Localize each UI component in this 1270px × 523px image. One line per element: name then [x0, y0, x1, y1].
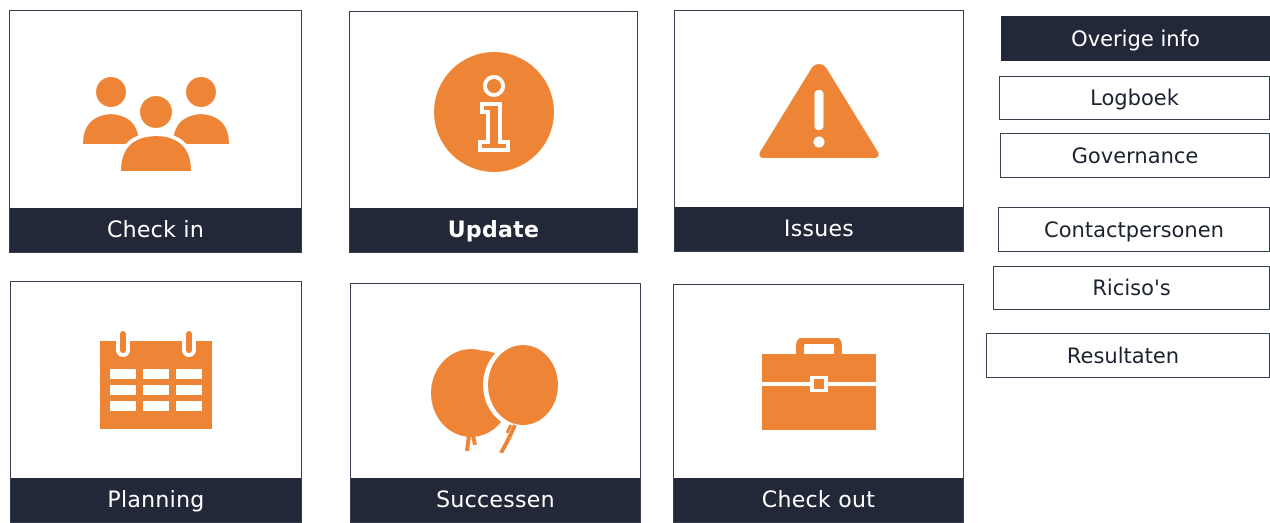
tile-planning[interactable]: Planning [10, 281, 302, 523]
tile-check-in[interactable]: Check in [9, 10, 302, 253]
side-button-overige-info[interactable]: Overige info [1001, 16, 1270, 61]
balloons-icon [351, 320, 640, 454]
side-button-risicos[interactable]: Riciso's [993, 266, 1270, 310]
tile-check-out[interactable]: Check out [673, 284, 964, 523]
tile-successen[interactable]: Successen [350, 283, 641, 523]
tile-label: Successen [351, 478, 640, 522]
tile-label: Check in [10, 208, 301, 252]
tile-issues[interactable]: Issues [674, 10, 964, 252]
tile-label: Update [350, 208, 637, 252]
side-button-logboek[interactable]: Logboek [999, 76, 1270, 120]
people-group-icon [10, 69, 301, 179]
briefcase-icon [674, 335, 963, 435]
tile-label: Check out [674, 478, 963, 522]
tile-label: Planning [11, 478, 301, 522]
calendar-icon [11, 324, 301, 434]
side-button-resultaten[interactable]: Resultaten [986, 333, 1270, 378]
tile-update[interactable]: Update [349, 11, 638, 253]
warning-icon [675, 55, 963, 165]
side-button-governance[interactable]: Governance [1000, 133, 1270, 178]
info-icon [350, 52, 637, 172]
tile-label: Issues [675, 207, 963, 251]
side-button-contactpersonen[interactable]: Contactpersonen [998, 207, 1270, 252]
